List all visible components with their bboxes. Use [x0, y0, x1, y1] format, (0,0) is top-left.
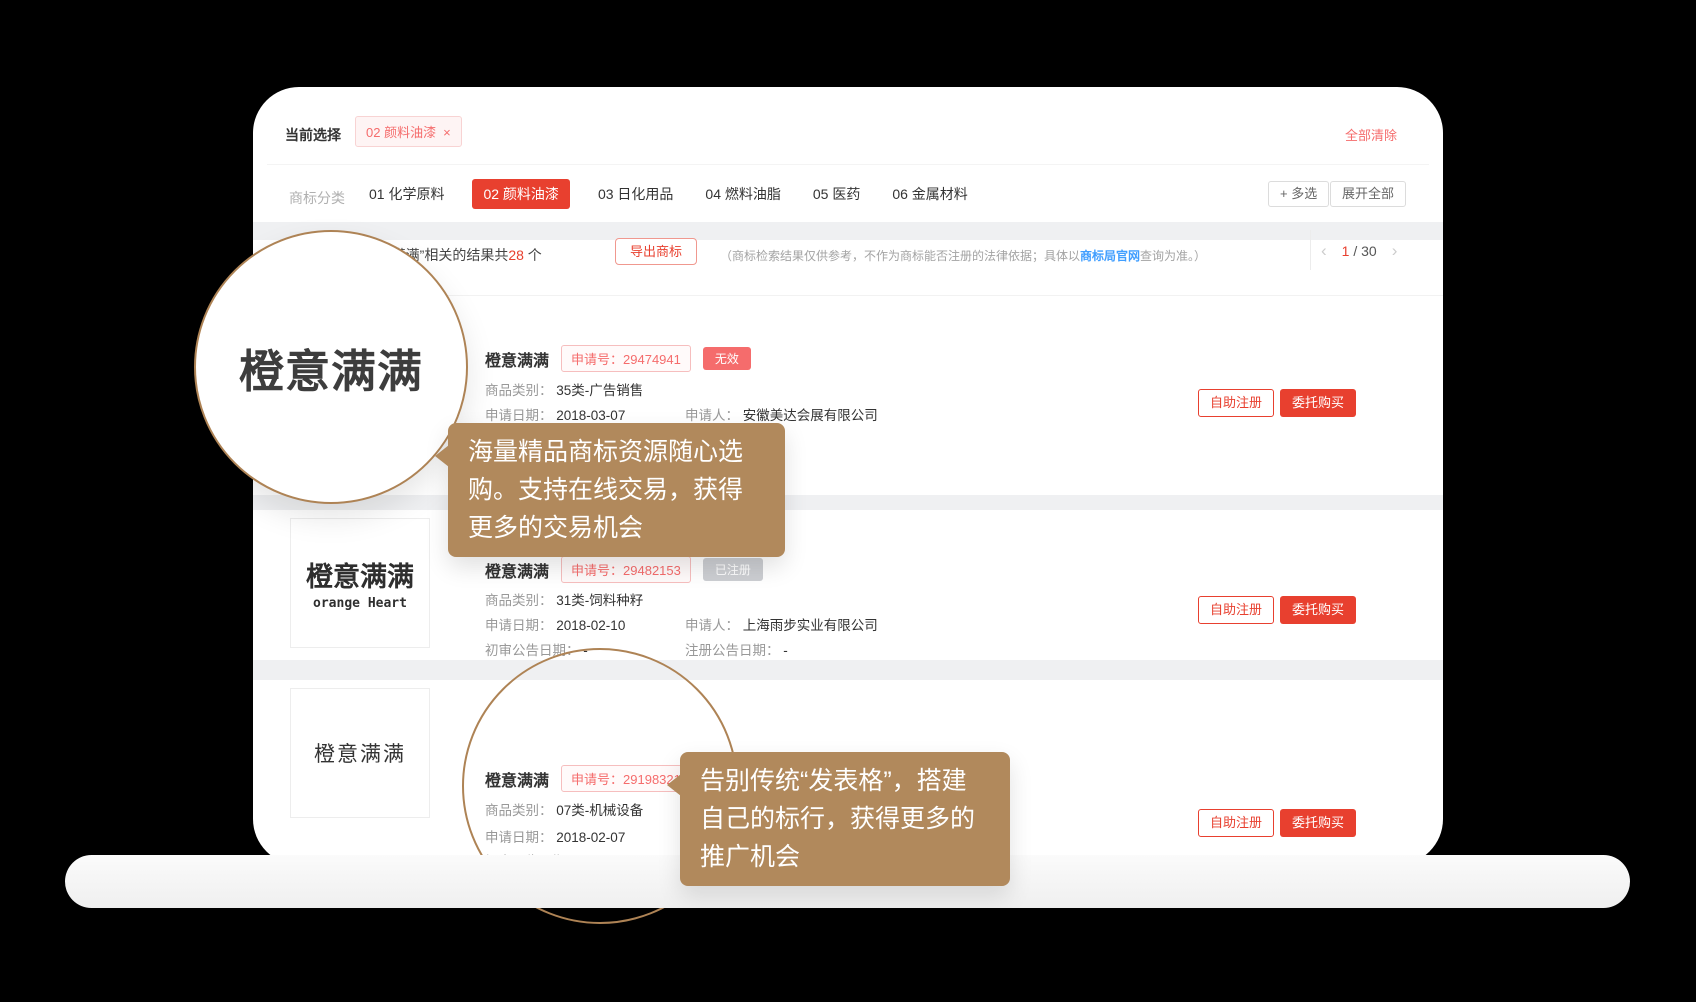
- results-summary-unit: 个: [524, 247, 542, 263]
- main-panel: 当前选择 02 颜料油漆 × 全部清除 商标分类 01 化学原料 02 颜料油漆 …: [253, 87, 1443, 865]
- apply-date-value: 2018-03-07: [556, 408, 625, 423]
- section-gap: [253, 222, 1443, 240]
- category-item-06[interactable]: 06 金属材料: [888, 184, 971, 204]
- trademark-image-subtext: orange Heart: [313, 596, 407, 611]
- apply-date-label: 申请日期：: [485, 618, 553, 633]
- apply-date-label: 申请日期：: [485, 408, 553, 423]
- selected-filter-tag[interactable]: 02 颜料油漆 ×: [355, 116, 462, 147]
- product-category-line: 商品类别： 35类-广告销售: [485, 379, 1205, 399]
- trademark-image: 橙意满满: [290, 688, 430, 818]
- page-separator: /: [1353, 243, 1357, 259]
- results-count: 28: [508, 247, 524, 263]
- selected-filter-tag-label: 02 颜料油漆: [366, 125, 436, 140]
- applicant-value: 上海雨步实业有限公司: [743, 618, 878, 633]
- apply-date-value: 2018-02-10: [556, 618, 625, 633]
- self-register-button[interactable]: 自助注册: [1198, 389, 1274, 417]
- self-register-button[interactable]: 自助注册: [1198, 596, 1274, 624]
- applicant-value: 安徽美达会展有限公司: [743, 408, 878, 423]
- tooltip-trade-resources-text: 海量精品商标资源随心选购。支持在线交易，获得更多的交易机会: [468, 438, 743, 542]
- applicant-cell: 申请人： 上海雨步实业有限公司: [685, 614, 878, 634]
- tooltip-tail-icon: [667, 774, 681, 796]
- page-indicator: 1 / 30: [1342, 243, 1377, 259]
- current-selection-label: 当前选择: [285, 125, 341, 145]
- disclaimer-suffix: 查询为准。）: [1140, 249, 1206, 263]
- next-page-icon[interactable]: ›: [1392, 242, 1398, 259]
- application-number-label: 申请号：: [571, 563, 623, 578]
- remove-filter-icon[interactable]: ×: [443, 125, 451, 140]
- application-number-tag: 申请号：29474941: [561, 345, 691, 372]
- applicant-label: 申请人：: [685, 408, 739, 423]
- trademark-image-text: 橙意满满: [314, 738, 406, 768]
- product-category-line: 商品类别： 31类-饲料种籽: [485, 589, 1205, 609]
- result-row-2: 橙意满满 orange Heart 橙意满满 申请号：29482153 已注册 …: [253, 510, 1443, 660]
- screenshot-stage: 当前选择 02 颜料油漆 × 全部清除 商标分类 01 化学原料 02 颜料油漆 …: [0, 0, 1696, 1002]
- category-item-01[interactable]: 01 化学原料: [365, 184, 448, 204]
- category-item-03[interactable]: 03 日化用品: [594, 184, 677, 204]
- trademark-title: 橙意满满: [485, 558, 549, 582]
- registration-publication-label: 注册公告日期：: [685, 643, 780, 658]
- application-number-value: 29482153: [623, 563, 681, 578]
- prev-page-icon[interactable]: ‹: [1321, 242, 1327, 259]
- current-page: 1: [1342, 243, 1350, 259]
- category-item-05[interactable]: 05 医药: [809, 184, 864, 204]
- magnifier-circle: 橙意满满: [194, 230, 468, 504]
- tooltip-tail-icon: [435, 445, 449, 467]
- tooltip-trade-resources: 海量精品商标资源随心选购。支持在线交易，获得更多的交易机会: [448, 423, 785, 557]
- export-trademarks-button[interactable]: 导出商标: [615, 238, 697, 265]
- disclaimer-text: （商标检索结果仅供参考，不作为商标能否注册的法律依据；具体以商标局官网查询为准。…: [720, 247, 1206, 264]
- expand-all-button[interactable]: 展开全部: [1330, 181, 1406, 207]
- header-vertical-divider: [1310, 230, 1311, 270]
- trademark-office-link[interactable]: 商标局官网: [1080, 249, 1140, 263]
- disclaimer-prefix: （商标检索结果仅供参考，不作为商标能否注册的法律依据；具体以: [720, 249, 1080, 263]
- magnifier-trademark-text: 橙意满满: [239, 335, 423, 400]
- applicant-label: 申请人：: [685, 618, 739, 633]
- entrust-purchase-button[interactable]: 委托购买: [1280, 389, 1356, 417]
- product-category-value: 31类-饲料种籽: [556, 593, 643, 608]
- category-list: 01 化学原料 02 颜料油漆 03 日化用品 04 燃料油脂 05 医药 06…: [365, 180, 972, 208]
- filter-divider: [267, 164, 1429, 165]
- clear-all-button[interactable]: 全部清除: [1345, 125, 1397, 144]
- registration-publication-cell: 注册公告日期： -: [685, 639, 788, 659]
- product-category-value: 35类-广告销售: [556, 383, 643, 398]
- status-badge: 无效: [703, 347, 751, 370]
- status-badge: 已注册: [703, 558, 763, 581]
- registration-publication-value: -: [783, 643, 788, 658]
- category-filter-label: 商标分类: [289, 188, 345, 208]
- multi-select-button[interactable]: + 多选: [1268, 181, 1329, 207]
- tooltip-promotion-text: 告别传统“发表格”，搭建自己的标行，获得更多的推广机会: [700, 767, 975, 871]
- apply-date-line: 申请日期： 2018-03-07 申请人： 安徽美达会展有限公司: [485, 404, 1205, 424]
- product-category-label: 商品类别：: [485, 593, 553, 608]
- product-category-label: 商品类别：: [485, 383, 553, 398]
- apply-date-line: 申请日期： 2018-02-10 申请人： 上海雨步实业有限公司: [485, 614, 1205, 634]
- trademark-image: 橙意满满 orange Heart: [290, 518, 430, 648]
- applicant-cell: 申请人： 安徽美达会展有限公司: [685, 404, 878, 424]
- trademark-image-text: 橙意满满: [306, 555, 414, 594]
- category-item-04[interactable]: 04 燃料油脂: [701, 184, 784, 204]
- trademark-title: 橙意满满: [485, 347, 549, 371]
- tooltip-promotion: 告别传统“发表格”，搭建自己的标行，获得更多的推广机会: [680, 752, 1010, 886]
- application-number-value: 29474941: [623, 352, 681, 367]
- entrust-purchase-button[interactable]: 委托购买: [1280, 809, 1356, 837]
- section-gap: [253, 660, 1443, 680]
- application-number-tag: 申请号：29482153: [561, 556, 691, 583]
- total-pages: 30: [1361, 243, 1377, 259]
- category-item-02-active[interactable]: 02 颜料油漆: [472, 179, 569, 209]
- application-number-label: 申请号：: [571, 352, 623, 367]
- entrust-purchase-button[interactable]: 委托购买: [1280, 596, 1356, 624]
- pagination: ‹ 1 / 30 ›: [1321, 242, 1397, 259]
- section-gap: [253, 495, 1443, 510]
- self-register-button[interactable]: 自助注册: [1198, 809, 1274, 837]
